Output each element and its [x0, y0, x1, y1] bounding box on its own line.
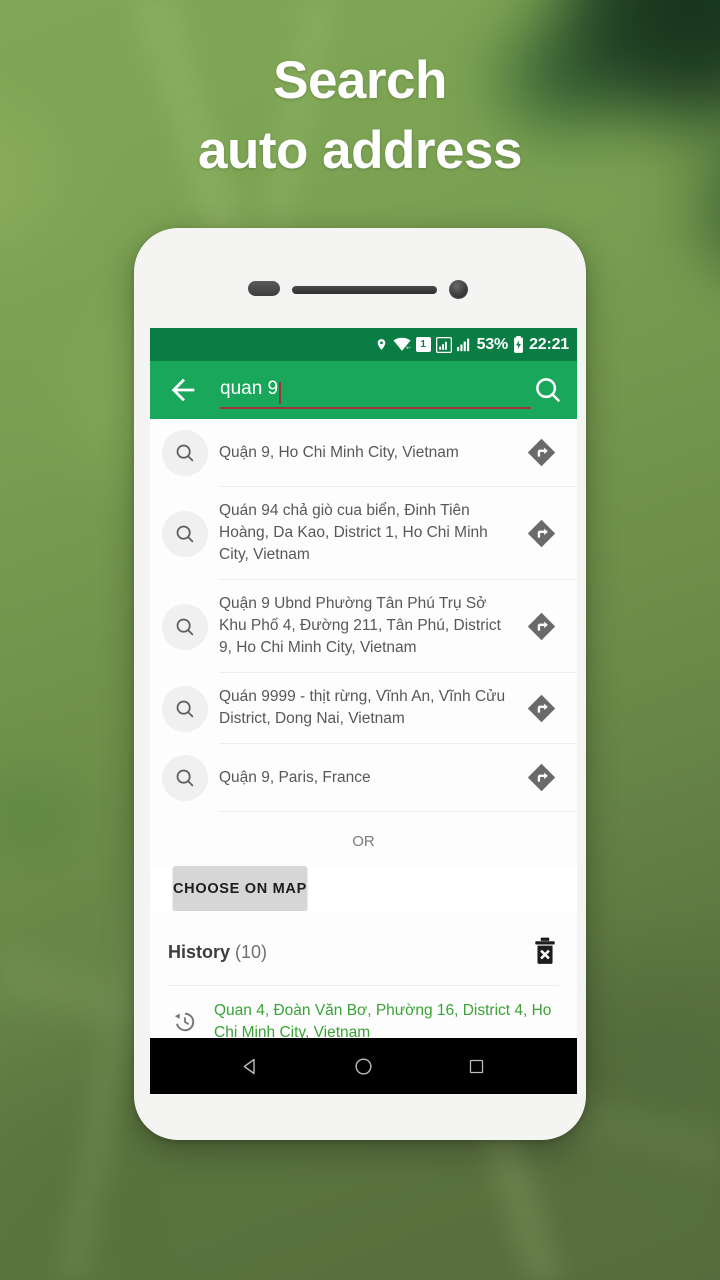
signal-bars-boxed-icon — [435, 336, 452, 353]
nav-recents-square-icon[interactable] — [464, 1053, 490, 1079]
location-pin-icon — [375, 336, 388, 353]
battery-percent-label: 53% — [476, 335, 509, 353]
result-address-label: Quận 9, Paris, France — [219, 768, 371, 786]
directions-icon[interactable] — [526, 437, 557, 468]
directions-icon[interactable] — [526, 693, 557, 724]
result-address-label: Quán 9999 - thịt rừng, Vĩnh An, Vĩnh Cửu… — [219, 688, 506, 727]
result-address-label: Quận 9, Ho Chi Minh City, Vietnam — [219, 443, 459, 461]
signal-bars-icon — [456, 337, 472, 352]
nav-home-circle-icon[interactable] — [351, 1053, 377, 1079]
trash-delete-icon[interactable] — [531, 937, 559, 967]
search-toolbar: quan 9 — [150, 361, 577, 419]
history-title-label: History — [168, 941, 231, 962]
proximity-sensor-icon — [248, 281, 280, 296]
headline-line-1: Search — [273, 51, 447, 110]
earpiece-speaker-icon — [292, 286, 437, 294]
table-row[interactable]: Quán 9999 - thịt rừng, Vĩnh An, Vĩnh Cửu… — [150, 673, 577, 744]
search-results-list: Quận 9, Ho Chi Minh City, Vietnam Quán 9… — [150, 419, 577, 812]
promo-headline: Search auto address — [0, 46, 720, 186]
choose-on-map-button[interactable]: CHOOSE ON MAP — [173, 866, 307, 911]
promo-screenshot: Search auto address 1 53% 22:21 quan 9 Q… — [0, 0, 720, 1280]
headline-line-2: auto address — [198, 120, 522, 180]
nav-back-triangle-icon[interactable] — [238, 1053, 264, 1079]
search-icon — [162, 603, 208, 650]
result-address-label: Quận 9 Ubnd Phường Tân Phú Trụ Sở Khu Ph… — [219, 595, 501, 656]
directions-icon[interactable] — [526, 518, 557, 549]
history-count-label: (10) — [235, 941, 268, 962]
sim-slot-icon: 1 — [415, 337, 431, 352]
status-bar: 1 53% 22:21 — [150, 328, 577, 361]
front-camera-icon — [449, 280, 468, 299]
history-title: History (10) — [168, 942, 267, 963]
search-icon[interactable] — [533, 375, 563, 405]
wifi-icon — [393, 337, 411, 352]
directions-icon[interactable] — [526, 762, 557, 793]
status-bar-clock: 22:21 — [529, 335, 569, 353]
search-icon — [162, 430, 208, 476]
search-input[interactable]: quan 9 — [220, 371, 531, 409]
table-row[interactable]: Quận 9, Ho Chi Minh City, Vietnam — [150, 419, 577, 487]
table-row[interactable]: Quán 94 chả giò cua biển, Đinh Tiên Hoàn… — [150, 487, 577, 580]
android-navigation-bar — [150, 1038, 577, 1094]
history-clock-icon — [164, 1009, 206, 1035]
or-separator-label: OR — [150, 812, 577, 866]
text-cursor — [279, 382, 282, 404]
arrow-left-icon[interactable] — [166, 373, 200, 407]
search-icon — [162, 755, 208, 801]
history-header: History (10) — [150, 911, 577, 985]
phone-screen: 1 53% 22:21 quan 9 Quận 9, Ho Chi Minh C… — [150, 328, 577, 1094]
result-address-label: Quán 94 chả giò cua biển, Đinh Tiên Hoàn… — [219, 502, 488, 563]
search-input-value: quan 9 — [220, 377, 279, 399]
search-icon — [162, 685, 208, 732]
table-row[interactable]: Quận 9 Ubnd Phường Tân Phú Trụ Sở Khu Ph… — [150, 580, 577, 673]
battery-charging-icon — [513, 336, 524, 353]
directions-icon[interactable] — [526, 611, 557, 642]
table-row[interactable]: Quận 9, Paris, France — [150, 744, 577, 812]
search-icon — [162, 510, 208, 557]
search-input-underline — [220, 407, 531, 409]
